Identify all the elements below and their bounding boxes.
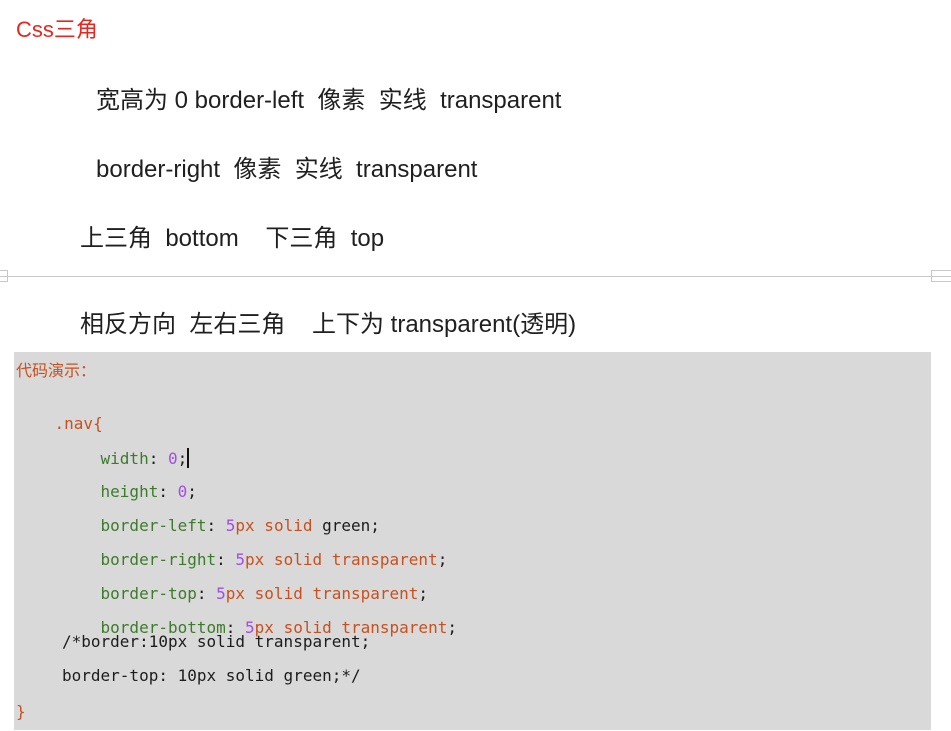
code-semicolon: ; [437,550,448,569]
code-close-brace: } [16,702,26,721]
code-block[interactable]: 代码演示： .nav{ width: 0; height: 0; border-… [14,352,931,730]
code-comment-line-1: /*border:10px solid transparent; [62,632,371,651]
text-line-2: border-right 像素 实线 transparent [96,156,478,183]
code-semicolon: ; [447,618,457,637]
doc-title: Css三角 [16,17,98,42]
page-break-right-marker [931,270,951,282]
code-label: 代码演示： [16,361,97,380]
page-break-divider [0,276,951,277]
text-line-1: 宽高为 0 border-left 像素 实线 transparent [96,87,562,114]
text-line-3: 上三角 bottom 下三角 top [80,225,385,252]
text-line-4: 相反方向 左右三角 上下为 transparent(透明) [80,311,577,338]
code-comment-line-2: border-top: 10px solid green;*/ [62,666,361,685]
